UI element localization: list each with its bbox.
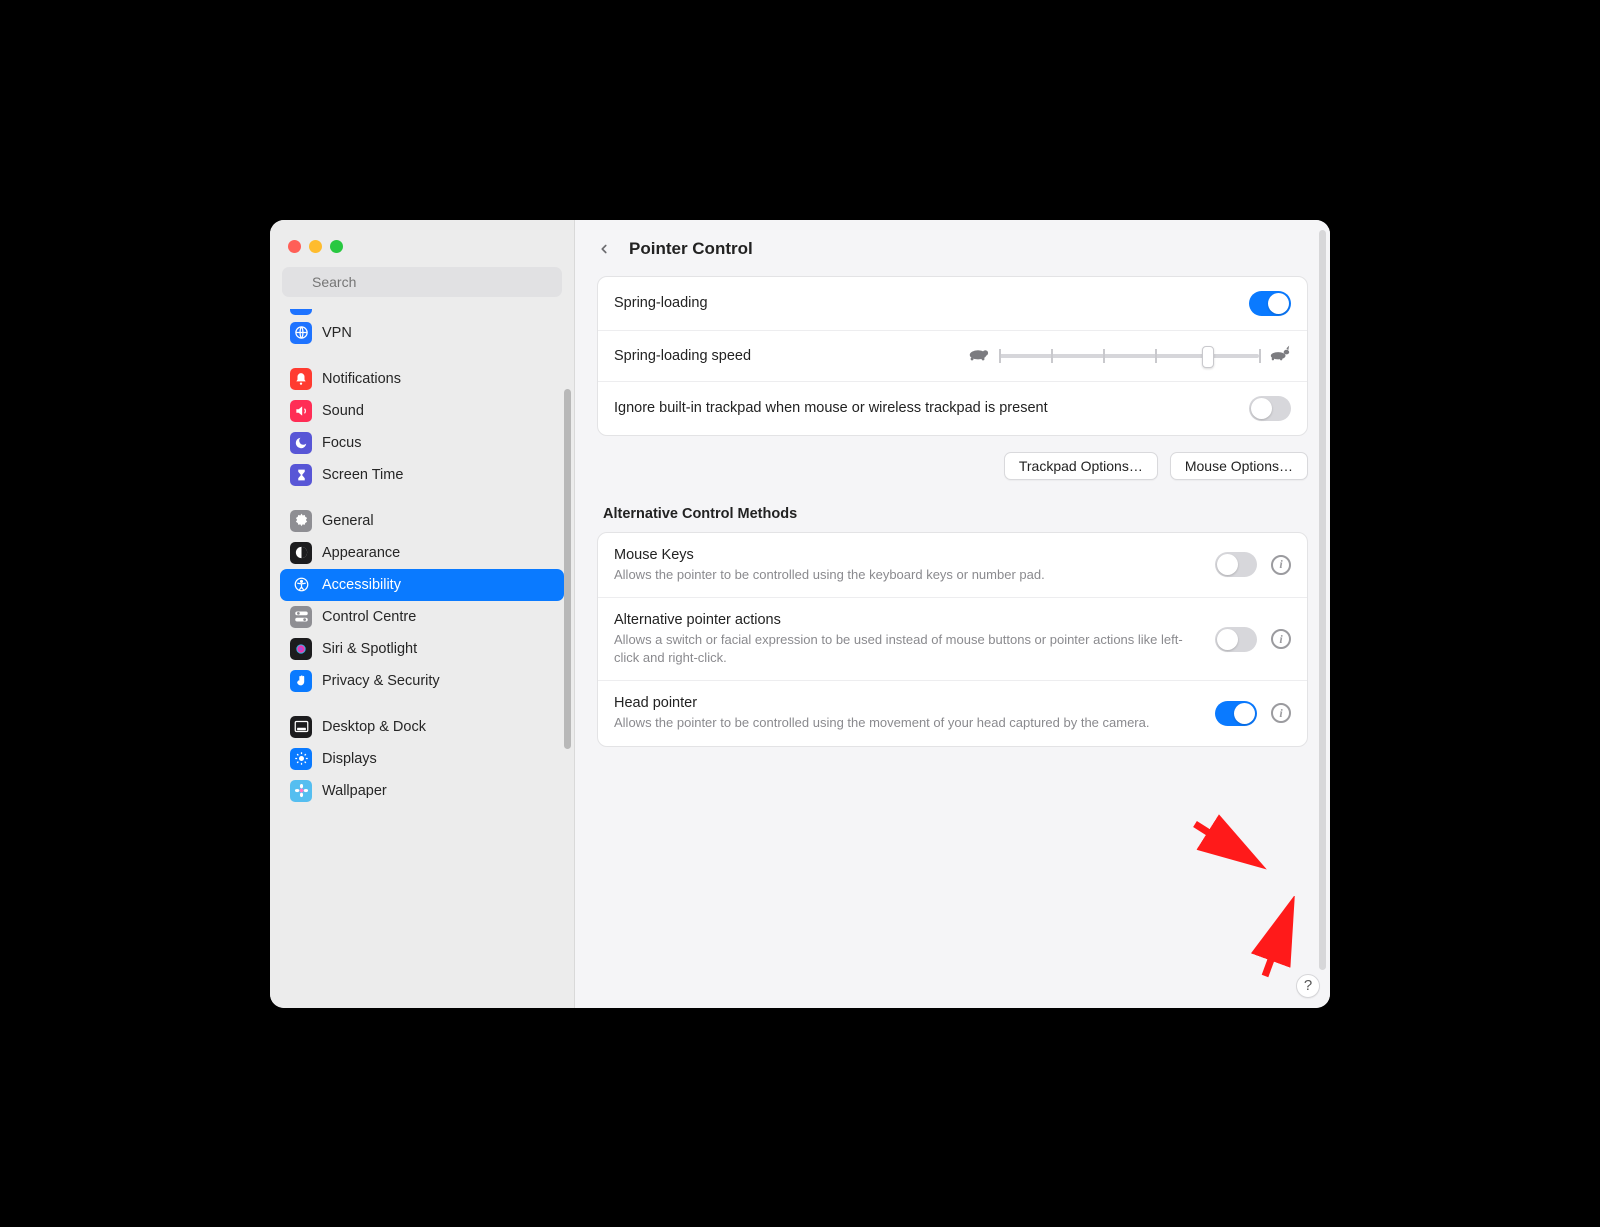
minimize-window-button[interactable] — [309, 240, 322, 253]
sidebar-item-desktop-dock[interactable]: Desktop & Dock — [280, 711, 564, 743]
content-pane: Pointer Control Spring-loading Spring-lo… — [575, 220, 1330, 1008]
sidebar-item-label: Screen Time — [322, 467, 403, 483]
sidebar-item-label: Control Centre — [322, 609, 416, 625]
hourglass-icon — [290, 464, 312, 486]
head-pointer-title: Head pointer — [614, 695, 1201, 711]
sidebar-item-vpn[interactable]: VPN — [280, 317, 564, 349]
page-title: Pointer Control — [629, 239, 753, 259]
hare-icon — [1269, 345, 1291, 366]
content-scrollbar[interactable] — [1319, 230, 1326, 970]
sidebar-item-control-centre[interactable]: Control Centre — [280, 601, 564, 633]
ignore-trackpad-toggle[interactable] — [1249, 396, 1291, 421]
hand-icon — [290, 670, 312, 692]
ignore-trackpad-row: Ignore built-in trackpad when mouse or w… — [598, 382, 1307, 435]
mouse-keys-row: Mouse Keys Allows the pointer to be cont… — [598, 533, 1307, 599]
head-pointer-info-button[interactable]: i — [1271, 703, 1291, 723]
annotation-arrow-icon — [1185, 814, 1275, 874]
spring-loading-speed-slider[interactable] — [999, 345, 1259, 367]
alt-actions-row: Alternative pointer actions Allows a swi… — [598, 598, 1307, 681]
sidebar-item-screen-time[interactable]: Screen Time — [280, 459, 564, 491]
sidebar-item-accessibility[interactable]: Accessibility — [280, 569, 564, 601]
head-pointer-row: Head pointer Allows the pointer to be co… — [598, 681, 1307, 746]
alt-actions-desc: Allows a switch or facial expression to … — [614, 631, 1201, 666]
spring-loading-label: Spring-loading — [614, 295, 708, 311]
sidebar-item-siri-spotlight[interactable]: Siri & Spotlight — [280, 633, 564, 665]
sidebar-item-label: Displays — [322, 751, 377, 767]
alt-actions-title: Alternative pointer actions — [614, 612, 1201, 628]
back-button[interactable] — [593, 238, 615, 260]
sidebar-item-label: Privacy & Security — [322, 673, 440, 689]
mouse-keys-toggle[interactable] — [1215, 552, 1257, 577]
sidebar-item-label: VPN — [322, 325, 352, 341]
alt-actions-toggle[interactable] — [1215, 627, 1257, 652]
sidebar-item-label: Appearance — [322, 545, 400, 561]
sidebar-item-displays[interactable]: Displays — [280, 743, 564, 775]
sidebar-scrollbar[interactable] — [564, 389, 571, 749]
mouse-keys-desc: Allows the pointer to be controlled usin… — [614, 566, 1201, 584]
moon-icon — [290, 432, 312, 454]
sidebar-item-label: Siri & Spotlight — [322, 641, 417, 657]
sidebar-item-label: Notifications — [322, 371, 401, 387]
sidebar-item-appearance[interactable]: Appearance — [280, 537, 564, 569]
sidebar-item-privacy-security[interactable]: Privacy & Security — [280, 665, 564, 697]
sidebar-item-label: Wallpaper — [322, 783, 387, 799]
accessibility-icon — [290, 574, 312, 596]
gear-icon — [290, 510, 312, 532]
trackpad-options-button[interactable]: Trackpad Options… — [1004, 452, 1158, 480]
dock-icon — [290, 716, 312, 738]
ignore-trackpad-label: Ignore built-in trackpad when mouse or w… — [614, 400, 1048, 416]
siri-icon — [290, 638, 312, 660]
mouse-keys-title: Mouse Keys — [614, 547, 1201, 563]
sidebar-item-wallpaper[interactable]: Wallpaper — [280, 775, 564, 807]
head-pointer-toggle[interactable] — [1215, 701, 1257, 726]
search-input[interactable] — [282, 267, 562, 297]
zoom-window-button[interactable] — [330, 240, 343, 253]
speaker-icon — [290, 400, 312, 422]
tortoise-icon — [967, 345, 989, 366]
annotation-arrow-icon — [1245, 896, 1305, 986]
head-pointer-desc: Allows the pointer to be controlled usin… — [614, 714, 1201, 732]
window-controls — [270, 232, 574, 267]
sun-icon — [290, 748, 312, 770]
sidebar: VPN Notifications Sound Focus Screen Time G… — [270, 220, 575, 1008]
globe-icon — [290, 322, 312, 344]
spring-loading-speed-label: Spring-loading speed — [614, 348, 751, 364]
alt-actions-info-button[interactable]: i — [1271, 629, 1291, 649]
sidebar-item-label: Focus — [322, 435, 362, 451]
sidebar-item-sound[interactable]: Sound — [280, 395, 564, 427]
mouse-options-button[interactable]: Mouse Options… — [1170, 452, 1308, 480]
sidebar-item-label: Desktop & Dock — [322, 719, 426, 735]
spring-loading-speed-row: Spring-loading speed — [598, 331, 1307, 382]
trackpad-settings-card: Spring-loading Spring-loading speed — [597, 276, 1308, 436]
spring-loading-toggle[interactable] — [1249, 291, 1291, 316]
sidebar-item-label: Accessibility — [322, 577, 401, 593]
spring-loading-row: Spring-loading — [598, 277, 1307, 331]
sidebar-item-focus[interactable]: Focus — [280, 427, 564, 459]
content-header: Pointer Control — [575, 220, 1330, 276]
sidebar-item-label: General — [322, 513, 374, 529]
sidebar-item-notifications[interactable]: Notifications — [280, 363, 564, 395]
sidebar-list: VPN Notifications Sound Focus Screen Time G… — [270, 309, 574, 1008]
sidebar-item-general[interactable]: General — [280, 505, 564, 537]
alt-methods-card: Mouse Keys Allows the pointer to be cont… — [597, 532, 1308, 747]
bell-icon — [290, 368, 312, 390]
contrast-icon — [290, 542, 312, 564]
mouse-keys-info-button[interactable]: i — [1271, 555, 1291, 575]
help-button[interactable]: ? — [1296, 974, 1320, 998]
alt-methods-heading: Alternative Control Methods — [597, 502, 1308, 532]
sidebar-item-label: Sound — [322, 403, 364, 419]
close-window-button[interactable] — [288, 240, 301, 253]
flower-icon — [290, 780, 312, 802]
settings-window: VPN Notifications Sound Focus Screen Time G… — [270, 220, 1330, 1008]
switches-icon — [290, 606, 312, 628]
